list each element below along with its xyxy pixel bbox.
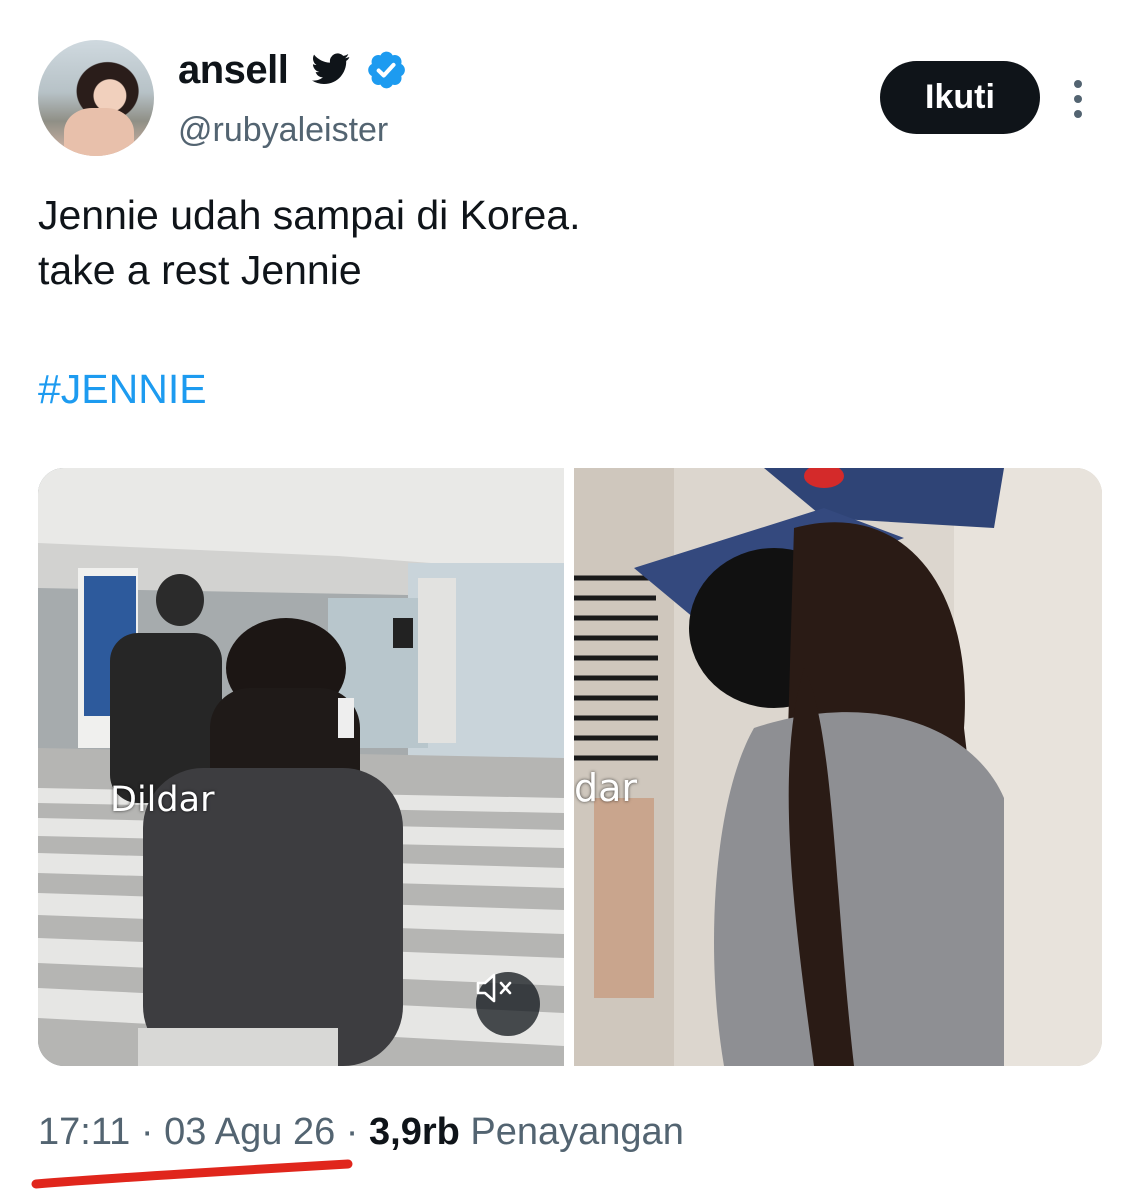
avatar[interactable] bbox=[38, 40, 154, 156]
twitter-bird-icon bbox=[312, 53, 350, 85]
video-thumbnail-left[interactable]: Dildar bbox=[38, 468, 564, 1066]
tweet-time[interactable]: 17:11 bbox=[38, 1111, 130, 1153]
volume-muted-icon bbox=[476, 973, 512, 1003]
separator: · bbox=[140, 1111, 154, 1153]
tweet-meta: 17:11 · 03 Agu 26 · 3,9rb Penayangan bbox=[38, 1108, 684, 1156]
handle[interactable]: @rubyaleister bbox=[178, 110, 388, 150]
display-name[interactable]: ansell bbox=[178, 46, 289, 94]
video-caption-right: dar bbox=[574, 766, 638, 810]
more-vertical-icon[interactable] bbox=[1066, 78, 1090, 120]
tweet-text-line-1: Jennie udah sampai di Korea. bbox=[38, 192, 581, 238]
video-caption-left: Dildar bbox=[110, 780, 215, 820]
media-grid[interactable]: Dildar dar bbox=[38, 468, 1102, 1066]
follow-button[interactable]: Ikuti bbox=[880, 61, 1040, 134]
tweet-text-line-2: take a rest Jennie bbox=[38, 247, 362, 293]
views-count[interactable]: 3,9rb bbox=[369, 1111, 460, 1153]
mute-button[interactable] bbox=[476, 972, 540, 1036]
hashtag-link[interactable]: #JENNIE bbox=[38, 363, 207, 415]
views-label[interactable]: Penayangan bbox=[470, 1111, 683, 1153]
video-thumbnail-right[interactable]: dar bbox=[574, 468, 1102, 1066]
separator: · bbox=[345, 1111, 359, 1153]
red-underline-annotation bbox=[31, 1159, 353, 1189]
verified-badge-icon bbox=[368, 51, 405, 89]
tweet-date[interactable]: 03 Agu 26 bbox=[164, 1111, 335, 1153]
